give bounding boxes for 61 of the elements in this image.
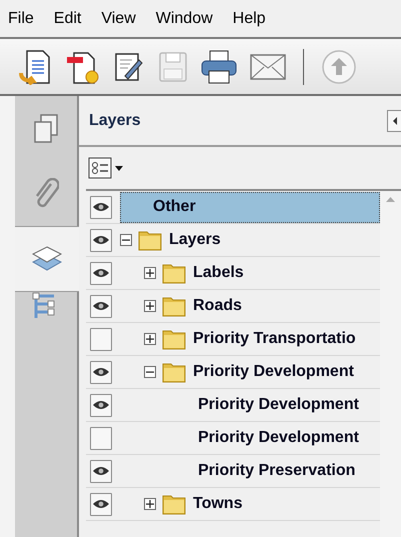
layers-icon[interactable] [32,245,62,273]
folder-icon [162,296,186,316]
plus-icon [146,500,154,508]
collapse-toggle[interactable] [120,234,132,246]
caret-left-icon [392,117,398,125]
collapse-toggle[interactable] [144,366,156,378]
visibility-toggle[interactable] [90,294,112,318]
visibility-toggle[interactable] [90,196,112,218]
email-icon[interactable] [250,54,286,80]
eye-icon [93,202,109,212]
expand-toggle[interactable] [144,333,156,345]
plus-icon [146,302,154,310]
layer-name[interactable]: Priority Preservation [120,456,380,486]
visibility-toggle[interactable] [90,360,112,384]
menu-item[interactable]: Edit [54,10,82,28]
options-button[interactable] [88,157,123,179]
layer-name[interactable]: Roads [193,290,380,322]
eye-icon [93,367,109,377]
visibility-toggle[interactable] [90,328,112,350]
eye-icon [93,235,109,245]
expand-toggle[interactable] [144,267,156,279]
layer-name[interactable]: Other [120,192,380,222]
layer-name[interactable]: Priority Development [120,422,380,454]
panel-title: Layers [89,112,141,130]
layer-name[interactable]: Priority Development [193,356,380,388]
menu-item[interactable]: File [8,10,34,28]
folder-icon [138,230,162,250]
plus-icon [146,335,154,343]
eye-icon [93,301,109,311]
expand-toggle[interactable] [144,498,156,510]
open-file-icon[interactable] [19,48,53,84]
layer-name[interactable]: Labels [193,258,380,288]
print-icon[interactable] [201,50,237,84]
caret-down-icon [115,166,123,170]
folder-icon [162,494,186,514]
menu-item[interactable]: Help [232,10,266,28]
visibility-toggle[interactable] [90,492,112,516]
paperclip-icon[interactable] [33,178,59,210]
eye-icon [93,268,109,278]
menu-item[interactable]: Window [156,10,213,28]
folder-icon [162,328,186,350]
visibility-toggle[interactable] [90,426,112,450]
expand-toggle[interactable] [144,300,156,312]
visibility-toggle[interactable] [90,228,112,252]
folder-icon [162,362,186,382]
visibility-toggle[interactable] [90,394,112,416]
layer-name[interactable]: Priority Transportatio [193,324,380,354]
collapse-panel-button[interactable] [387,110,401,132]
eye-icon [93,466,109,476]
list-options-icon [88,157,112,179]
menu-item[interactable]: View [101,10,136,28]
visibility-toggle[interactable] [90,262,112,284]
layer-name[interactable]: Towns [193,488,380,520]
layer-name[interactable]: Priority Development [120,390,380,420]
layer-name[interactable]: Layers [169,224,380,256]
eye-icon [93,499,109,509]
plus-icon [146,269,154,277]
folder-icon [162,262,186,284]
eye-icon [93,400,109,410]
pages-icon[interactable] [33,114,59,144]
visibility-toggle[interactable] [90,460,112,482]
